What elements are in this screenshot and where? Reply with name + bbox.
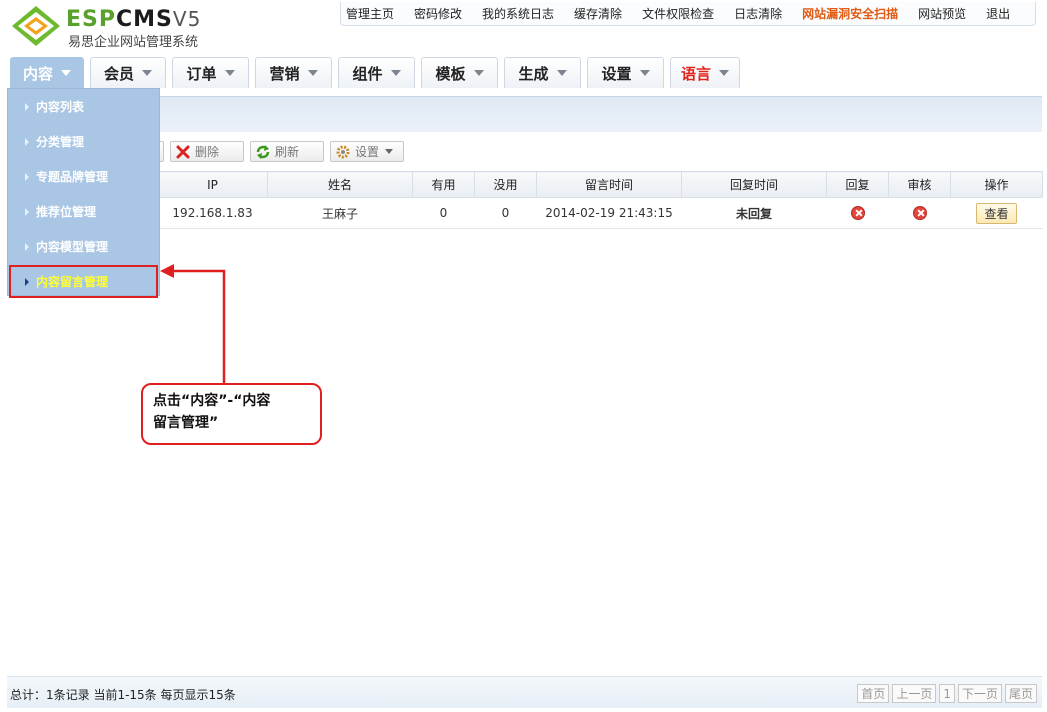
tab-settings[interactable]: 设置 bbox=[587, 57, 664, 88]
callout-line-2: 留言管理” bbox=[153, 415, 219, 431]
logo: ESPCMSV5 易思企业网站管理系统 bbox=[10, 4, 230, 50]
tab-marketing[interactable]: 营销 bbox=[255, 57, 332, 88]
toolbar: 删除 刷新 设置 bbox=[7, 133, 1042, 171]
audit-status-x-icon[interactable] bbox=[912, 206, 927, 221]
footer-bar: 总计：1条记录 当前1-15条 每页显示15条 首页 上一页 1 下一页 尾页 bbox=[7, 676, 1042, 708]
chevron-down-icon bbox=[556, 70, 567, 76]
cell-ip: 192.168.1.83 bbox=[157, 197, 268, 229]
content-header-bar bbox=[7, 96, 1042, 132]
message-table: IP 姓名 有用 没用 留言时间 回复时间 回复 审核 操作 192.168.1… bbox=[7, 171, 1043, 229]
delete-button[interactable]: 删除 bbox=[170, 141, 244, 162]
logo-wordmark: ESPCMSV5 bbox=[66, 7, 202, 32]
view-button[interactable]: 查看 bbox=[976, 202, 1017, 224]
menu-item-content-list[interactable]: 内容列表 bbox=[8, 89, 159, 124]
link-admin-home[interactable]: 管理主页 bbox=[346, 5, 394, 22]
menu-item-topic-brand-management[interactable]: 专题品牌管理 bbox=[8, 159, 159, 194]
triangle-right-icon bbox=[25, 172, 29, 181]
triangle-right-icon bbox=[25, 137, 29, 146]
last-page-button[interactable]: 尾页 bbox=[1004, 684, 1037, 703]
col-reply-time: 回复时间 bbox=[681, 171, 827, 198]
chevron-down-icon bbox=[639, 70, 650, 76]
triangle-right-icon bbox=[25, 242, 29, 251]
delete-icon bbox=[176, 145, 190, 158]
gear-icon bbox=[336, 145, 350, 158]
triangle-right-icon bbox=[25, 277, 29, 286]
next-page-button[interactable]: 下一页 bbox=[957, 684, 1002, 703]
col-useful: 有用 bbox=[412, 171, 475, 198]
annotation-callout: 点击“内容”-“内容 留言管理” bbox=[141, 383, 322, 445]
chevron-down-icon bbox=[385, 149, 394, 154]
cell-reply-time: 未回复 bbox=[681, 197, 827, 229]
chevron-down-icon bbox=[142, 70, 152, 76]
menu-item-content-model[interactable]: 内容模型管理 bbox=[8, 229, 159, 264]
menu-item-content-message[interactable]: 内容留言管理 bbox=[8, 264, 159, 299]
link-site-preview[interactable]: 网站预览 bbox=[918, 5, 966, 22]
callout-line-1: 点击“内容”-“内容 bbox=[153, 393, 271, 409]
triangle-right-icon bbox=[25, 102, 29, 111]
chevron-down-icon bbox=[61, 70, 71, 76]
first-page-button[interactable]: 首页 bbox=[857, 684, 890, 703]
cell-reply bbox=[826, 197, 889, 229]
col-ip: IP bbox=[157, 171, 268, 198]
chevron-down-icon bbox=[224, 70, 235, 76]
tab-orders[interactable]: 订单 bbox=[172, 57, 249, 88]
record-summary: 总计：1条记录 当前1-15条 每页显示15条 bbox=[10, 688, 236, 702]
top-links: 管理主页 密码修改 我的系统日志 缓存清除 文件权限检查 日志清除 网站漏洞安全… bbox=[340, 2, 1036, 26]
chevron-down-icon bbox=[473, 70, 484, 76]
cell-action: 查看 bbox=[950, 197, 1043, 229]
link-security-scan[interactable]: 网站漏洞安全扫描 bbox=[802, 5, 898, 22]
col-name: 姓名 bbox=[267, 171, 413, 198]
content-dropdown-menu: 内容列表 分类管理 专题品牌管理 推荐位管理 内容模型管理 内容留言管理 bbox=[7, 88, 160, 299]
col-useless: 没用 bbox=[474, 171, 537, 198]
tab-components[interactable]: 组件 bbox=[338, 57, 415, 88]
col-message-time: 留言时间 bbox=[536, 171, 682, 198]
tab-templates[interactable]: 模板 bbox=[421, 57, 498, 88]
logo-subtitle: 易思企业网站管理系统 bbox=[68, 35, 199, 50]
main-nav: 内容 会员 订单 营销 组件 模板 生成 设置 语言 bbox=[10, 57, 746, 88]
espcms-logo-icon bbox=[12, 6, 60, 46]
table-row: 192.168.1.83 王麻子 0 0 2014-02-19 21:43:15… bbox=[7, 197, 1043, 229]
table-header-row: IP 姓名 有用 没用 留言时间 回复时间 回复 审核 操作 bbox=[7, 171, 1043, 198]
menu-item-category-management[interactable]: 分类管理 bbox=[8, 124, 159, 159]
refresh-icon bbox=[256, 144, 270, 159]
cell-useless: 0 bbox=[474, 197, 537, 229]
settings-dropdown-button[interactable]: 设置 bbox=[330, 141, 404, 162]
tab-members[interactable]: 会员 bbox=[90, 57, 166, 88]
cell-audit bbox=[888, 197, 951, 229]
menu-item-recommend-position[interactable]: 推荐位管理 bbox=[8, 194, 159, 229]
link-file-permission-check[interactable]: 文件权限检查 bbox=[642, 5, 714, 22]
link-clear-cache[interactable]: 缓存清除 bbox=[574, 5, 622, 22]
page-number-button[interactable]: 1 bbox=[939, 684, 955, 703]
triangle-right-icon bbox=[25, 207, 29, 216]
refresh-button[interactable]: 刷新 bbox=[250, 141, 324, 162]
cell-name: 王麻子 bbox=[267, 197, 413, 229]
col-audit: 审核 bbox=[888, 171, 951, 198]
chevron-down-icon bbox=[719, 70, 729, 76]
tab-generate[interactable]: 生成 bbox=[504, 57, 581, 88]
cell-useful: 0 bbox=[412, 197, 475, 229]
link-clear-log[interactable]: 日志清除 bbox=[734, 5, 782, 22]
reply-status-x-icon[interactable] bbox=[850, 206, 865, 221]
chevron-down-icon bbox=[307, 70, 318, 76]
col-action: 操作 bbox=[950, 171, 1043, 198]
chevron-down-icon bbox=[390, 70, 401, 76]
cell-message-time: 2014-02-19 21:43:15 bbox=[536, 197, 682, 229]
col-reply: 回复 bbox=[826, 171, 889, 198]
pagination: 首页 上一页 1 下一页 尾页 bbox=[854, 684, 1037, 703]
link-change-password[interactable]: 密码修改 bbox=[414, 5, 462, 22]
link-my-system-log[interactable]: 我的系统日志 bbox=[482, 5, 554, 22]
tab-content[interactable]: 内容 bbox=[10, 57, 84, 88]
link-logout[interactable]: 退出 bbox=[986, 5, 1010, 22]
prev-page-button[interactable]: 上一页 bbox=[892, 684, 937, 703]
tab-language[interactable]: 语言 bbox=[670, 57, 740, 88]
